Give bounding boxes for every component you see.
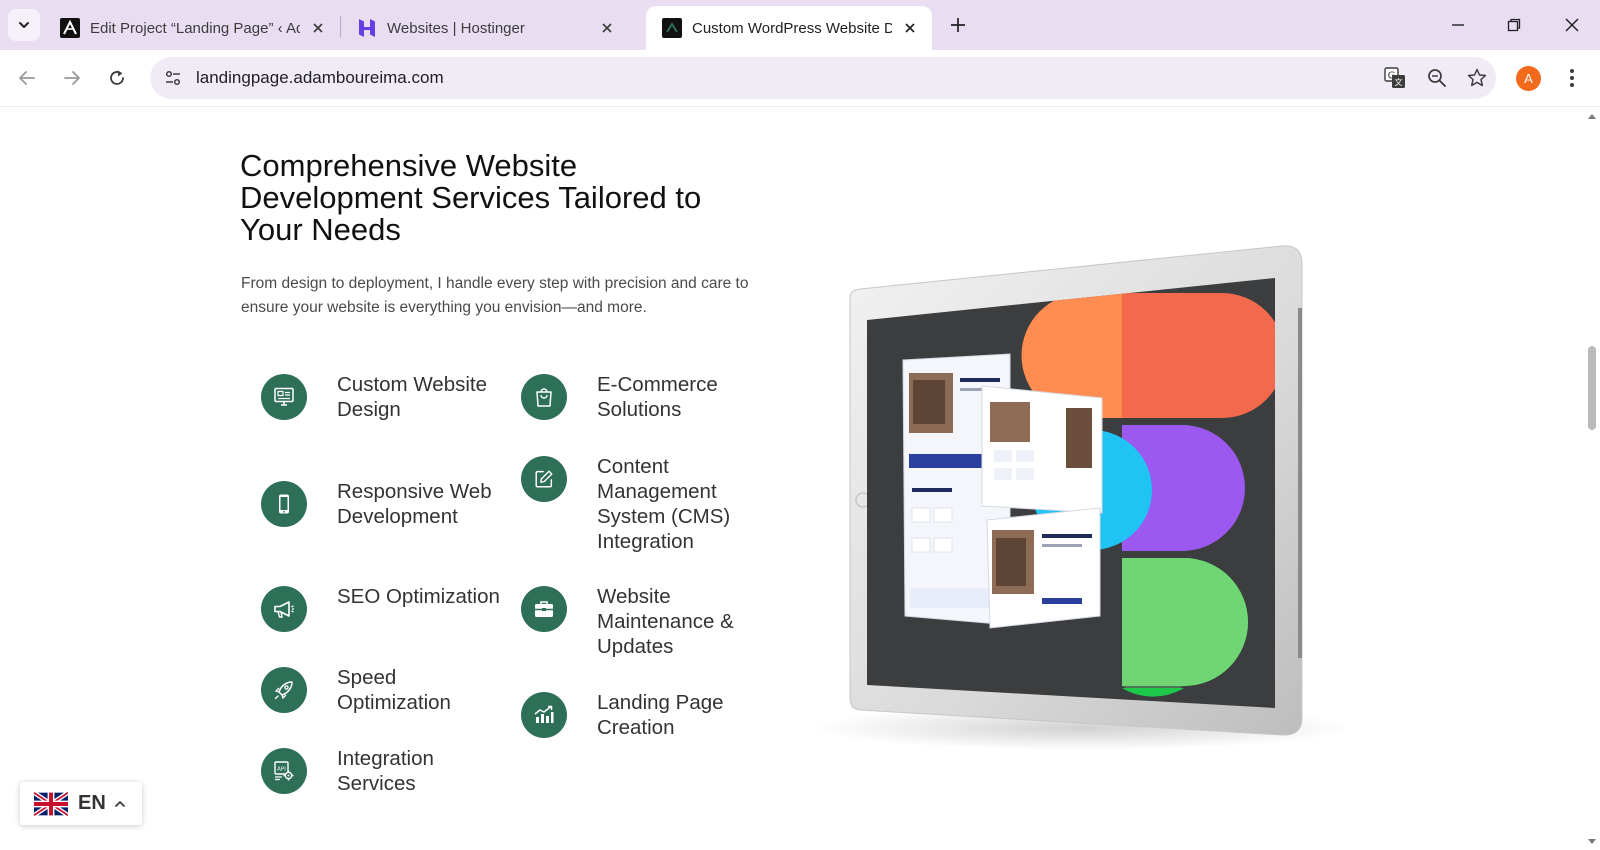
zoom-button[interactable] (1425, 66, 1449, 90)
tab-title: Custom WordPress Website Des (692, 19, 892, 37)
scroll-up-arrow-icon[interactable] (1588, 114, 1596, 119)
tab-title: Websites | Hostinger (387, 19, 525, 37)
close-window-button[interactable] (1554, 8, 1590, 42)
shopping-bag-icon (521, 374, 567, 420)
tab-strip: Edit Project “Landing Page” ‹ Ad Website… (0, 0, 1600, 50)
minimize-icon (1452, 24, 1464, 26)
service-label: Responsive Web Development (337, 480, 492, 528)
close-icon (1565, 18, 1579, 32)
star-icon (1467, 68, 1487, 87)
tab-elementor[interactable]: Edit Project “Landing Page” ‹ Ad (44, 6, 340, 50)
language-switcher[interactable]: EN (20, 782, 142, 825)
language-label: EN (78, 792, 106, 814)
close-icon[interactable] (308, 18, 328, 38)
chevron-up-icon (114, 800, 126, 808)
tab-hostinger[interactable]: Websites | Hostinger (341, 6, 629, 50)
reload-icon (110, 70, 124, 85)
rocket-icon (261, 667, 307, 713)
tablet-illustration (812, 238, 1362, 758)
service-label: Website Maintenance & Updates (597, 585, 734, 658)
service-label: Speed Optimization (337, 666, 451, 714)
scrollbar-thumb[interactable] (1588, 346, 1596, 430)
address-bar[interactable]: landingpage.adamboureima.com G文 (150, 57, 1496, 99)
uk-flag-icon (34, 791, 68, 816)
chevron-down-icon (19, 22, 29, 28)
site-favicon-icon (662, 18, 682, 38)
browser-menu-button[interactable] (1558, 64, 1586, 92)
mobile-phone-icon (261, 481, 307, 527)
tune-icon (165, 70, 181, 86)
tab-active-custom-wordpress[interactable]: Custom WordPress Website Des (646, 6, 932, 50)
megaphone-icon (261, 586, 307, 632)
edit-square-icon (521, 456, 567, 502)
arrow-left-icon (19, 71, 35, 85)
service-label: Custom Website Design (337, 373, 488, 421)
tab-search-button[interactable] (8, 9, 40, 41)
page-title: Comprehensive Website Development Servic… (240, 148, 702, 247)
svg-text:API: API (277, 767, 286, 773)
url-text[interactable]: landingpage.adamboureima.com (196, 68, 444, 88)
service-label: E-Commerce Solutions (597, 373, 718, 421)
page-description: From design to deployment, I handle ever… (241, 275, 749, 316)
restore-icon (1507, 18, 1521, 32)
arrow-right-icon (64, 71, 80, 85)
translate-button[interactable]: G文 (1383, 66, 1407, 90)
hostinger-logo-icon (357, 18, 377, 38)
scroll-down-arrow-icon[interactable] (1588, 839, 1596, 844)
restore-button[interactable] (1496, 8, 1532, 42)
toolbox-icon (521, 586, 567, 632)
browser-toolbar: landingpage.adamboureima.com G文 A (0, 50, 1600, 107)
profile-avatar[interactable]: A (1516, 66, 1541, 91)
close-icon[interactable] (900, 18, 920, 38)
close-icon[interactable] (597, 18, 617, 38)
browser-window: Edit Project “Landing Page” ‹ Ad Website… (0, 0, 1600, 850)
minimize-button[interactable] (1440, 8, 1476, 42)
more-vert-icon (1570, 69, 1574, 87)
back-button[interactable] (11, 62, 43, 94)
tab-title: Edit Project “Landing Page” ‹ Ad (90, 19, 300, 37)
plus-icon (951, 18, 965, 32)
api-gear-icon: API (261, 748, 307, 794)
zoom-out-icon (1428, 69, 1446, 87)
new-tab-button[interactable] (944, 11, 972, 39)
service-label: Content Management System (CMS) Integrat… (597, 455, 731, 553)
svg-text:文: 文 (1395, 77, 1403, 87)
forward-button[interactable] (56, 62, 88, 94)
growth-chart-icon (521, 692, 567, 738)
page-viewport: Comprehensive Website Development Servic… (0, 108, 1584, 850)
reload-button[interactable] (101, 62, 133, 94)
bookmark-button[interactable] (1465, 66, 1489, 90)
monitor-design-icon (261, 374, 307, 420)
service-label: Integration Services (337, 747, 434, 795)
service-label: Landing Page Creation (597, 691, 724, 739)
elementor-logo-icon (60, 18, 80, 38)
translate-icon: G文 (1384, 67, 1405, 88)
page-scrollbar[interactable] (1584, 108, 1600, 850)
site-info-button[interactable] (158, 63, 188, 93)
service-label: SEO Optimization (337, 585, 500, 608)
